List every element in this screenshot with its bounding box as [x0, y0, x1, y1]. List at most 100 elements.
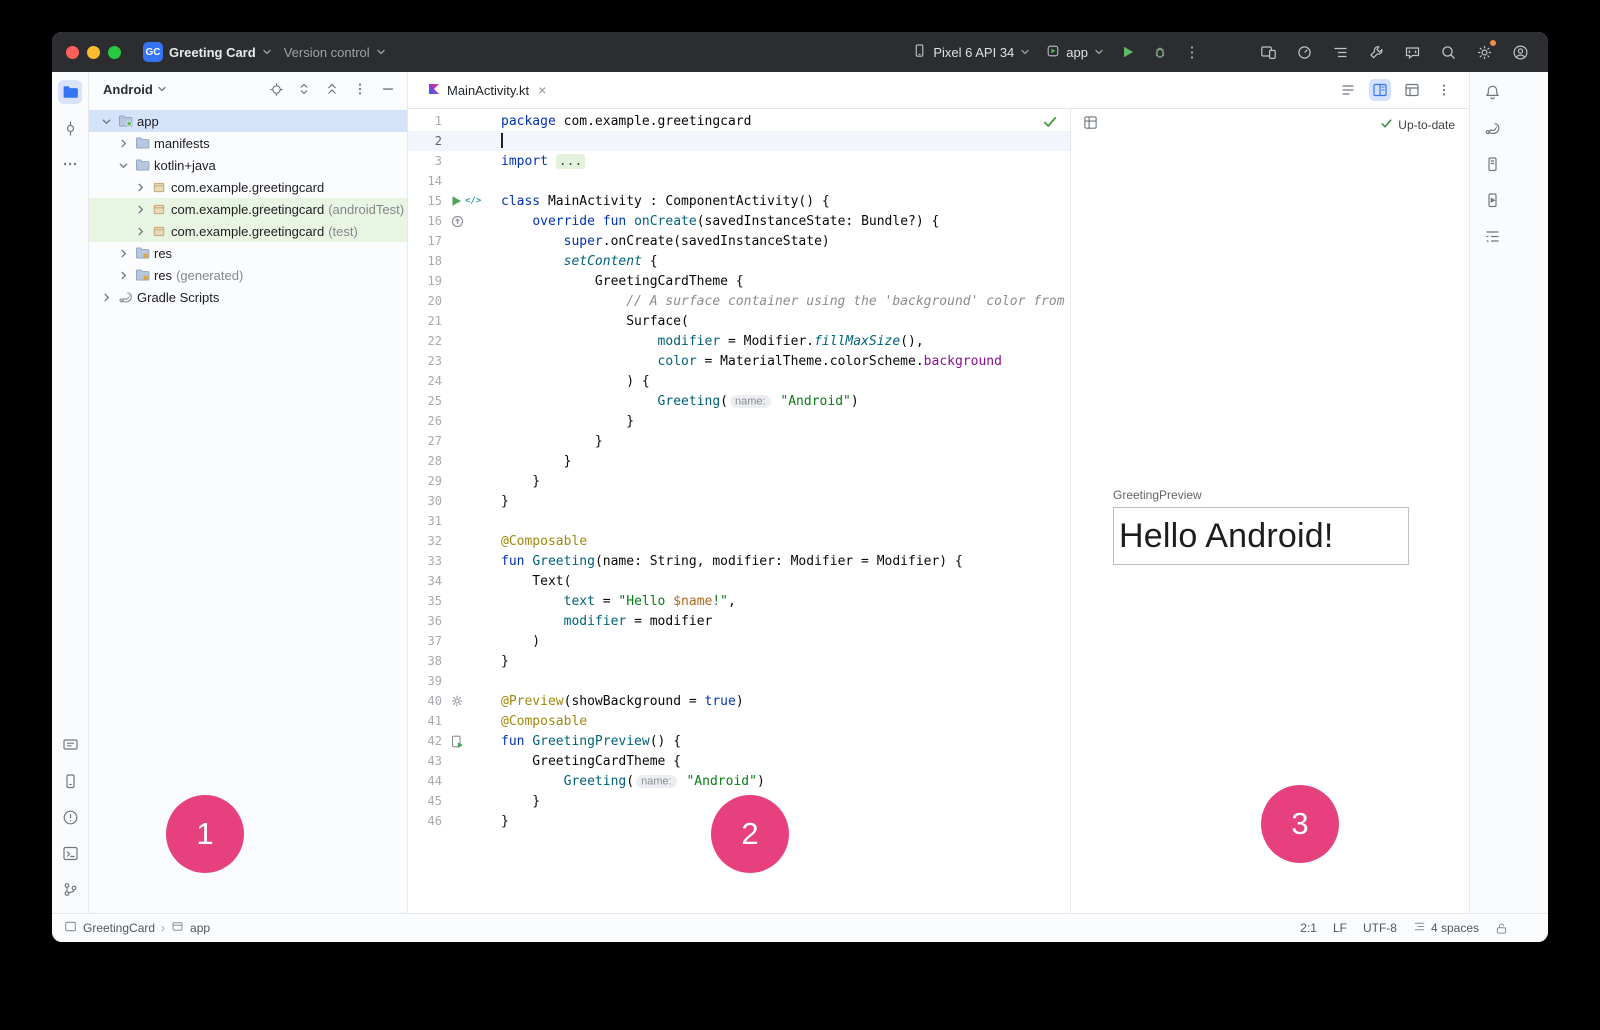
structure-tool-button[interactable]	[1480, 224, 1504, 248]
line-number[interactable]: 34	[408, 574, 442, 588]
terminal-tool-button[interactable]	[58, 841, 82, 865]
device-mirroring-icon[interactable]	[1254, 38, 1282, 66]
line-number[interactable]: 32	[408, 534, 442, 548]
code-line-21[interactable]: 21 Surface(	[408, 311, 1070, 331]
code-line-28[interactable]: 28 }	[408, 451, 1070, 471]
line-number[interactable]: 38	[408, 654, 442, 668]
gear-gutter-icon[interactable]	[451, 695, 463, 707]
more-actions-button[interactable]: ⋮	[1178, 38, 1206, 66]
close-tab-icon[interactable]: ×	[538, 82, 546, 98]
code-line-24[interactable]: 24 ) {	[408, 371, 1070, 391]
code-line-43[interactable]: 43 GreetingCardTheme {	[408, 751, 1070, 771]
line-number[interactable]: 31	[408, 514, 442, 528]
chevron-right-icon[interactable]	[116, 248, 130, 259]
code-line-18[interactable]: 18 setContent {	[408, 251, 1070, 271]
line-number[interactable]: 27	[408, 434, 442, 448]
line-number[interactable]: 43	[408, 754, 442, 768]
close-window-button[interactable]	[66, 46, 79, 59]
profiler-icon[interactable]	[1290, 38, 1318, 66]
code-line-30[interactable]: 30}	[408, 491, 1070, 511]
expand-collapse-icon[interactable]	[295, 80, 313, 98]
version-control-widget[interactable]: Version control	[278, 41, 392, 64]
line-number[interactable]: 20	[408, 294, 442, 308]
device-manager-tool-button[interactable]	[58, 769, 82, 793]
line-number[interactable]: 23	[408, 354, 442, 368]
line-number[interactable]: 21	[408, 314, 442, 328]
build-tools-icon[interactable]	[1362, 38, 1390, 66]
code-line-34[interactable]: 34 Text(	[408, 571, 1070, 591]
chevron-right-icon[interactable]	[116, 270, 130, 281]
editor-options-icon[interactable]	[1433, 79, 1455, 101]
version-control-tool-button[interactable]	[58, 877, 82, 901]
line-number[interactable]: 22	[408, 334, 442, 348]
code-line-27[interactable]: 27 }	[408, 431, 1070, 451]
code-line-42[interactable]: 42fun GreetingPreview() {	[408, 731, 1070, 751]
chevron-right-icon[interactable]	[133, 204, 147, 215]
line-number[interactable]: 3	[408, 154, 442, 168]
code-line-15[interactable]: 15</>class MainActivity : ComponentActiv…	[408, 191, 1070, 211]
problems-tool-button[interactable]	[58, 805, 82, 829]
line-number[interactable]: 15	[408, 194, 442, 208]
line-number[interactable]: 36	[408, 614, 442, 628]
fullscreen-window-button[interactable]	[108, 46, 121, 59]
line-number[interactable]: 44	[408, 774, 442, 788]
project-tool-button[interactable]	[58, 80, 82, 104]
tree-item-res[interactable]: res	[89, 242, 407, 264]
hide-panel-icon[interactable]	[379, 80, 397, 98]
minimize-window-button[interactable]	[87, 46, 100, 59]
chevron-right-icon[interactable]	[133, 182, 147, 193]
line-number[interactable]: 40	[408, 694, 442, 708]
preview-composable-name[interactable]: GreetingPreview	[1113, 488, 1202, 502]
line-number[interactable]: 17	[408, 234, 442, 248]
code-line-38[interactable]: 38}	[408, 651, 1070, 671]
line-number[interactable]: 33	[408, 554, 442, 568]
ai-assistant-icon[interactable]	[1398, 38, 1426, 66]
line-number[interactable]: 1	[408, 114, 442, 128]
code-line-1[interactable]: 1package com.example.greetingcard	[408, 111, 1070, 131]
tree-item-com-example-greetingcard-test[interactable]: com.example.greetingcard (test)	[89, 220, 407, 242]
chevron-down-icon[interactable]	[116, 160, 130, 171]
structure-list-icon[interactable]	[1326, 38, 1354, 66]
tree-item-res-generated[interactable]: res (generated)	[89, 264, 407, 286]
tree-item-app[interactable]: app	[89, 110, 407, 132]
line-number[interactable]: 24	[408, 374, 442, 388]
code-editor[interactable]: 1package com.example.greetingcard23impor…	[408, 109, 1070, 913]
tree-item-com-example-greetingcard[interactable]: com.example.greetingcard	[89, 176, 407, 198]
line-number[interactable]: 14	[408, 174, 442, 188]
search-everywhere-icon[interactable]	[1434, 38, 1462, 66]
code-line-3[interactable]: 3import ...	[408, 151, 1070, 171]
line-number[interactable]: 26	[408, 414, 442, 428]
code-line-36[interactable]: 36 modifier = modifier	[408, 611, 1070, 631]
run-button[interactable]	[1114, 38, 1142, 66]
code-view-icon[interactable]	[1337, 79, 1359, 101]
tab-mainactivity[interactable]: MainActivity.kt ×	[418, 72, 556, 108]
line-number[interactable]: 41	[408, 714, 442, 728]
line-number[interactable]: 42	[408, 734, 442, 748]
code-line-44[interactable]: 44 Greeting(name: "Android")	[408, 771, 1070, 791]
code-line-41[interactable]: 41@Composable	[408, 711, 1070, 731]
commit-tool-button[interactable]	[58, 116, 82, 140]
code-line-35[interactable]: 35 text = "Hello $name!",	[408, 591, 1070, 611]
override-gutter-icon[interactable]	[451, 215, 464, 228]
preview-render-frame[interactable]: Hello Android!	[1113, 507, 1409, 565]
line-number[interactable]: 37	[408, 634, 442, 648]
chevron-down-icon[interactable]	[99, 116, 113, 127]
line-number[interactable]: 45	[408, 794, 442, 808]
line-separator-widget[interactable]: LF	[1333, 921, 1347, 935]
line-number[interactable]: 18	[408, 254, 442, 268]
tree-item-com-example-greetingcard-androidtest[interactable]: com.example.greetingcard (androidTest)	[89, 198, 407, 220]
run-configuration-selector[interactable]: app	[1040, 40, 1110, 65]
code-line-26[interactable]: 26 }	[408, 411, 1070, 431]
code-line-2[interactable]: 2	[408, 131, 1070, 151]
settings-icon[interactable]	[1470, 38, 1498, 66]
split-view-icon[interactable]	[1369, 79, 1391, 101]
design-view-icon[interactable]	[1401, 79, 1423, 101]
breadcrumb-module[interactable]: app	[190, 921, 210, 935]
chevron-right-icon[interactable]	[99, 292, 113, 303]
device-selector[interactable]: Pixel 6 API 34	[906, 39, 1036, 65]
code-line-22[interactable]: 22 modifier = Modifier.fillMaxSize(),	[408, 331, 1070, 351]
line-number[interactable]: 39	[408, 674, 442, 688]
project-view-selector[interactable]: Android	[103, 82, 153, 97]
indent-widget[interactable]: 4 spaces	[1413, 920, 1479, 936]
notifications-tool-button[interactable]	[1480, 80, 1504, 104]
